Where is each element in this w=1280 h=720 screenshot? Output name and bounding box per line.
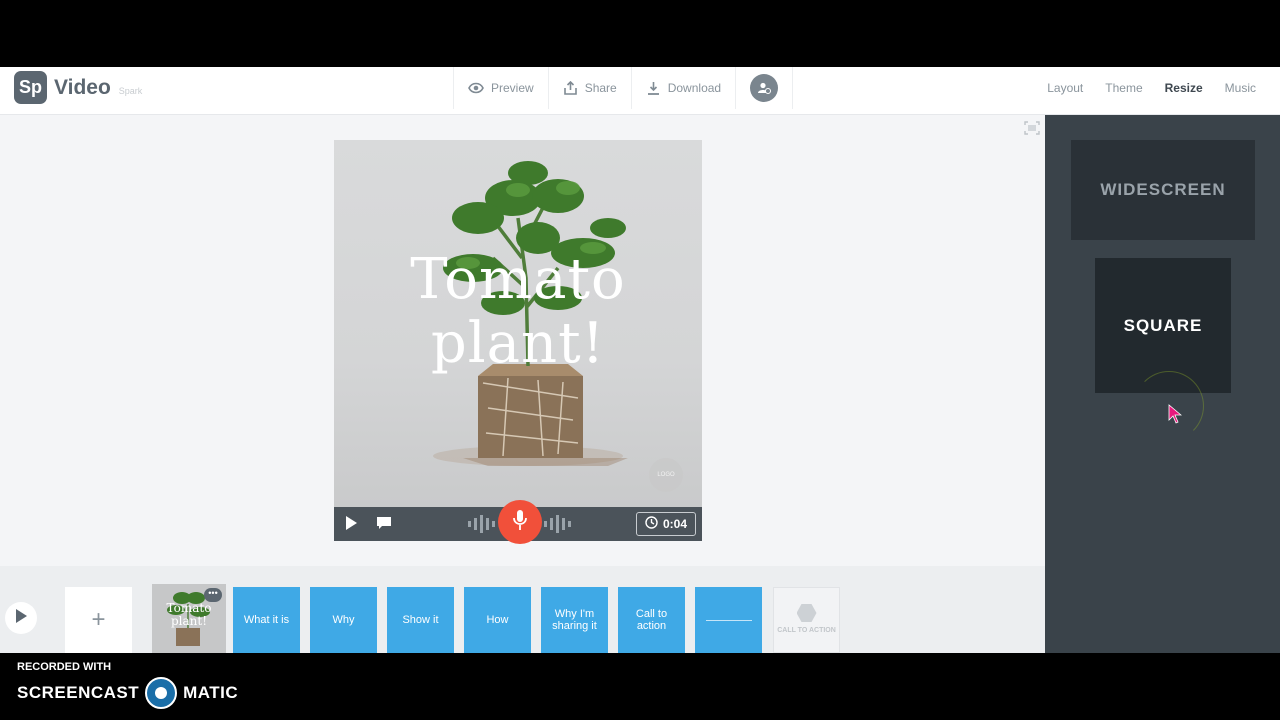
logo-badge: Sp [14,71,47,104]
download-label: Download [667,81,722,95]
scene-show-it[interactable]: Show it [387,587,454,653]
eye-icon [468,82,484,94]
screencast-logo: SCREENCAST MATIC [17,677,238,709]
scene-blank[interactable] [695,587,762,653]
share-icon [563,80,578,96]
record-dot-icon [145,677,178,709]
thumbnail-title: Tomato plant! [166,601,212,628]
app-name: Video [54,75,111,99]
widescreen-option[interactable]: WIDESCREEN [1071,140,1255,240]
scene-timeline: + Tomato plant! ••• What it is Why Show … [0,566,1045,653]
share-button[interactable]: Share [547,67,631,109]
mouse-cursor-icon [1168,404,1183,429]
app-header: Sp Video Spark Preview Share Download La… [0,67,1280,115]
app-logo[interactable]: Sp Video Spark [14,71,142,104]
play-icon [14,608,28,629]
menu-music[interactable]: Music [1225,81,1256,95]
play-icon[interactable] [342,514,360,537]
slide-thumbnail-1[interactable]: Tomato plant! ••• [152,584,226,653]
waveform-right-icon [542,513,572,540]
app-subtitle: Spark [118,85,143,96]
top-letterbox [0,0,1280,67]
fullscreen-icon[interactable] [1024,121,1040,140]
preview-button[interactable]: Preview [453,67,548,109]
scene-why[interactable]: Why [310,587,377,653]
logo-placeholder[interactable]: LOGO [649,458,683,492]
more-options-icon[interactable]: ••• [204,588,222,602]
slide-title[interactable]: Tomato plant! [334,248,702,376]
download-icon [646,81,661,96]
header-actions: Preview Share Download [453,67,794,115]
collaborators-button[interactable] [735,67,794,109]
logo-scene-label: CALL TO ACTION [777,627,836,634]
microphone-icon [512,509,528,536]
preview-label: Preview [491,81,534,95]
menu-layout[interactable]: Layout [1047,81,1083,95]
share-label: Share [584,81,617,95]
play-all-button[interactable] [5,602,37,634]
record-voice-button[interactable] [498,500,542,544]
player-controls: 0:04 [334,500,702,544]
duration-button[interactable]: 0:04 [636,512,696,536]
recorder-watermark: RECORDED WITH SCREENCAST MATIC [0,653,1280,720]
add-person-icon [750,74,779,102]
scene-call-to-action[interactable]: Call to action [618,587,685,653]
menu-theme[interactable]: Theme [1105,81,1142,95]
recorded-with-label: RECORDED WITH [17,661,112,673]
add-slide-button[interactable]: + [65,587,132,653]
scene-why-sharing[interactable]: Why I'm sharing it [541,587,608,653]
slide-preview[interactable]: Tomato plant! LOGO [334,140,702,507]
clock-icon [645,516,658,532]
menu-resize[interactable]: Resize [1165,81,1203,95]
download-button[interactable]: Download [630,67,735,109]
header-menu: Layout Theme Resize Music [1047,67,1256,109]
waveform-left-icon [466,513,496,540]
caption-icon[interactable] [376,516,392,535]
placeholder-line [705,619,752,621]
scene-logo-outro[interactable]: CALL TO ACTION [773,587,840,653]
brand-left: SCREENCAST [17,683,140,702]
scene-what-it-is[interactable]: What it is [233,587,300,653]
brand-right: MATIC [183,683,239,702]
duration-value: 0:04 [662,517,688,531]
scene-how[interactable]: How [464,587,531,653]
logo-hex-icon [796,604,817,622]
